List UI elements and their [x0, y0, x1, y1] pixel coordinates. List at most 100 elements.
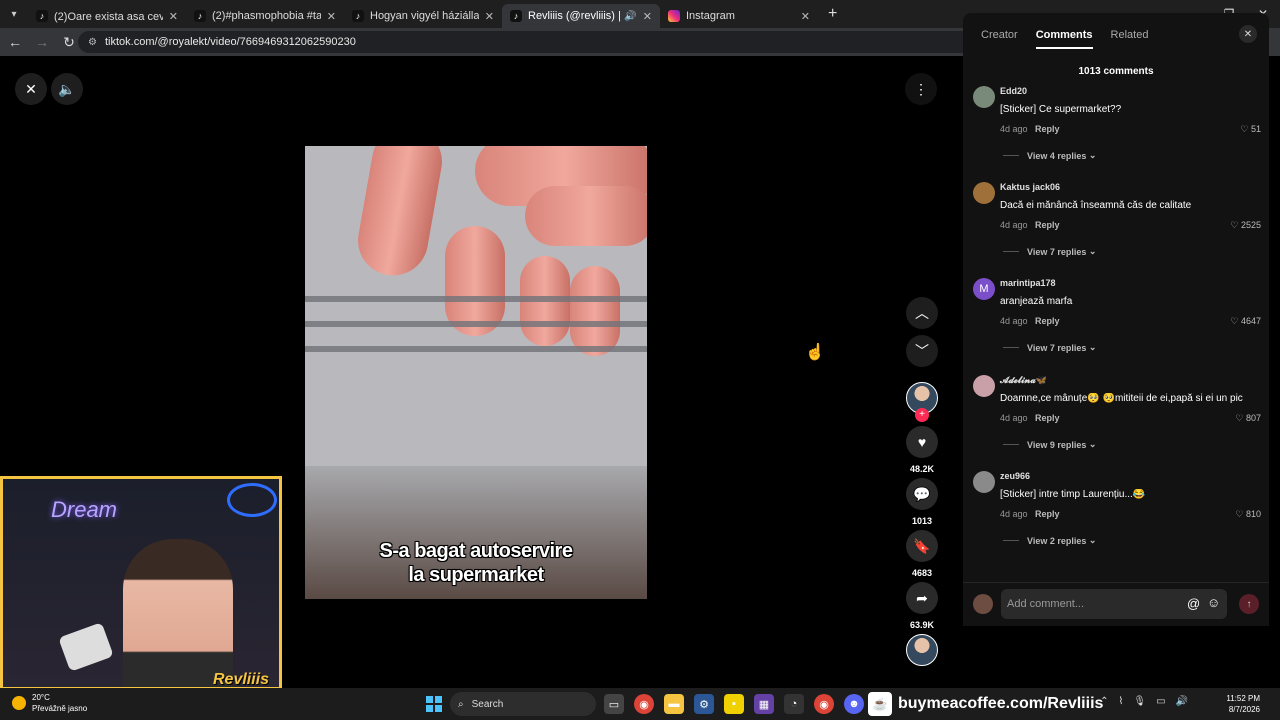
share-action[interactable]: ➦ 63.9K: [906, 582, 938, 630]
network-icon[interactable]: ⌇: [1119, 696, 1124, 707]
heart-outline-icon: ♡: [1230, 220, 1239, 230]
reply-button[interactable]: Reply: [1035, 509, 1060, 519]
emoji-icon[interactable]: ☺: [1207, 595, 1220, 610]
chrome-icon[interactable]: ◉: [634, 694, 654, 714]
reply-button[interactable]: Reply: [1035, 316, 1060, 326]
clock[interactable]: 11:52 PM 8/7/2026: [1226, 693, 1260, 715]
sticky-notes-icon[interactable]: ▪: [724, 694, 744, 714]
comment-text: aranjează marfa: [1000, 296, 1073, 307]
comment-username[interactable]: zeu966: [1000, 471, 1030, 481]
volume-button[interactable]: 🔈: [51, 73, 83, 105]
site-info-icon[interactable]: ⚙: [88, 37, 97, 48]
previous-video-button[interactable]: ︿: [906, 297, 938, 329]
forward-button[interactable]: →: [30, 30, 54, 54]
comment-likes[interactable]: ♡ 807: [1235, 413, 1261, 424]
avatar[interactable]: [973, 86, 995, 108]
comment-time: 4d ago: [1000, 509, 1028, 519]
avatar[interactable]: [973, 471, 995, 493]
avatar[interactable]: M: [973, 278, 995, 300]
app-icon[interactable]: ◔: [784, 694, 804, 714]
view-replies-button[interactable]: View 7 replies ⌄: [1003, 342, 1096, 353]
date: 8/7/2026: [1228, 705, 1260, 714]
save-action[interactable]: 🔖 4683: [906, 530, 938, 578]
task-view-icon[interactable]: ▭: [604, 694, 624, 714]
chrome-icon[interactable]: ◉: [814, 694, 834, 714]
comment-time: 4d ago: [1000, 316, 1028, 326]
close-icon[interactable]: ✕: [169, 10, 178, 23]
tab-title: Hogyan vigyél háziállatot buliba: [370, 10, 479, 22]
tab-creator[interactable]: Creator: [981, 29, 1018, 49]
follow-plus-icon[interactable]: +: [915, 408, 929, 422]
file-explorer-icon[interactable]: ▬: [664, 694, 684, 714]
comment-likes[interactable]: ♡ 2525: [1230, 220, 1261, 231]
comment-username[interactable]: marintipa178: [1000, 278, 1056, 288]
time: 11:52 PM: [1226, 694, 1260, 703]
tab-related[interactable]: Related: [1111, 29, 1149, 49]
browser-tab[interactable]: ♪ (2)#phasmophobia #tanglewo ✕: [186, 4, 344, 28]
windows-start-icon[interactable]: [426, 696, 442, 712]
close-icon[interactable]: ✕: [801, 10, 810, 23]
creator-avatar-action[interactable]: +: [906, 382, 938, 422]
tab-search-icon[interactable]: ▾: [0, 0, 28, 28]
comment-username[interactable]: Edd20: [1000, 86, 1027, 96]
browser-tab[interactable]: ♪ (2)Oare exista asa ceva? 😱😱 ✕: [28, 4, 186, 28]
discord-icon[interactable]: ☻: [844, 694, 864, 714]
more-options-button[interactable]: ⋮: [905, 73, 937, 105]
avatar[interactable]: [973, 375, 995, 397]
instagram-icon: [668, 10, 680, 22]
view-replies-button[interactable]: View 4 replies ⌄: [1003, 150, 1096, 161]
browser-tab[interactable]: ♪ Hogyan vigyél háziállatot buliba ✕: [344, 4, 502, 28]
close-icon[interactable]: ✕: [485, 10, 494, 23]
comment-likes[interactable]: ♡ 4647: [1230, 316, 1261, 327]
tab-comments[interactable]: Comments: [1035, 29, 1093, 49]
view-replies-button[interactable]: View 2 replies ⌄: [1003, 535, 1096, 546]
sound-disc-action[interactable]: [906, 634, 938, 666]
new-tab-button[interactable]: +: [828, 5, 837, 23]
send-button[interactable]: ↑: [1239, 594, 1259, 614]
view-replies-button[interactable]: View 9 replies ⌄: [1003, 439, 1096, 450]
comment-bubble-icon[interactable]: 💬: [906, 478, 938, 510]
comment-action[interactable]: 💬 1013: [906, 478, 938, 526]
weather-widget[interactable]: 20°C Převážně jasno: [12, 692, 87, 714]
video-frame-detail: [445, 226, 505, 336]
app-icon[interactable]: ▦: [754, 694, 774, 714]
comment-item: zeu966 [Sticker] intre timp Laurențiu...…: [973, 471, 1261, 567]
close-video-button[interactable]: ✕: [15, 73, 47, 105]
mention-icon[interactable]: @: [1187, 596, 1200, 611]
caption-line: S-a bagat autoservire: [379, 540, 573, 562]
music-disc-icon[interactable]: [906, 634, 938, 666]
next-video-button[interactable]: ﹀: [906, 335, 938, 367]
speaker-icon[interactable]: 🔊: [1176, 696, 1188, 707]
like-count: 51: [1250, 124, 1261, 134]
like-count: 807: [1245, 413, 1261, 423]
reply-button[interactable]: Reply: [1035, 220, 1060, 230]
close-panel-button[interactable]: ✕: [1239, 25, 1257, 43]
share-arrow-icon[interactable]: ➦: [906, 582, 938, 614]
browser-tab-active[interactable]: ♪ Revliiis (@revliiis) | TikTok 🔊 ✕: [502, 4, 660, 28]
video-frame-detail: [570, 266, 620, 356]
neon-sign: Dream: [51, 497, 118, 522]
view-replies-button[interactable]: View 7 replies ⌄: [1003, 246, 1096, 257]
heart-icon[interactable]: ♥: [906, 426, 938, 458]
reply-button[interactable]: Reply: [1035, 413, 1060, 423]
close-icon[interactable]: ✕: [643, 10, 652, 23]
back-button[interactable]: ←: [3, 30, 27, 54]
comment-username[interactable]: Kaktus jack06: [1000, 182, 1060, 192]
comment-likes[interactable]: ♡ 810: [1235, 509, 1261, 520]
reply-button[interactable]: Reply: [1035, 124, 1060, 134]
bookmark-icon[interactable]: 🔖: [906, 530, 938, 562]
view-replies-label: View 9 replies: [1027, 439, 1087, 450]
display-icon[interactable]: ▭: [1156, 696, 1165, 707]
comment-username[interactable]: 𝓐𝓭𝓮𝓵𝓲𝓷𝓪🦋: [1000, 375, 1047, 386]
chevron-up-icon[interactable]: ⌃: [1100, 696, 1108, 707]
speaker-icon[interactable]: 🔊: [624, 11, 636, 22]
browser-tab[interactable]: Instagram ✕: [660, 4, 818, 28]
avatar[interactable]: [973, 182, 995, 204]
taskbar-search[interactable]: ⌕ Search: [450, 692, 596, 716]
comment-likes[interactable]: ♡ 51: [1240, 124, 1261, 135]
settings-icon[interactable]: ⚙: [694, 694, 714, 714]
close-icon[interactable]: ✕: [327, 10, 336, 23]
like-action[interactable]: ♥ 48.2K: [906, 426, 938, 474]
microphone-icon[interactable]: 🎙: [1133, 696, 1146, 707]
video-player[interactable]: S-a bagat autoservire la supermarket: [305, 146, 647, 599]
